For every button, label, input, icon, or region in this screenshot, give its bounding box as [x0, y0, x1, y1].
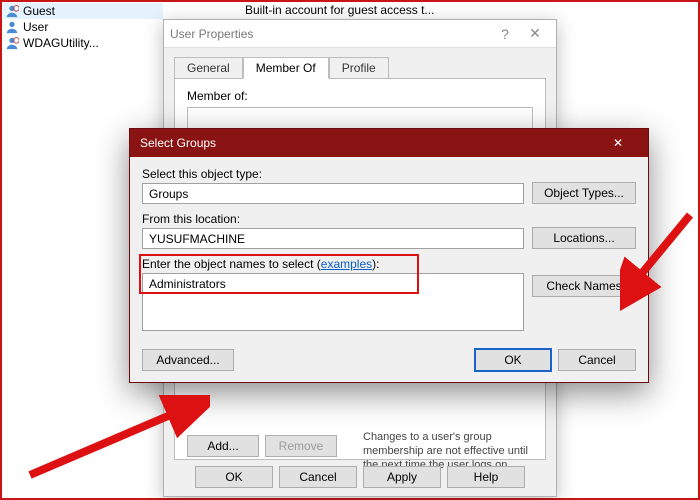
- props-button-row: OK Cancel Apply Help: [164, 466, 556, 488]
- member-of-label: Member of:: [187, 89, 533, 103]
- close-button[interactable]: ✕: [520, 25, 550, 42]
- select-groups-title-text: Select Groups: [140, 136, 216, 150]
- user-list-row-user[interactable]: User: [3, 19, 163, 35]
- props-title-text: User Properties: [170, 27, 253, 41]
- select-groups-dialog: Select Groups ✕ Select this object type:…: [129, 128, 649, 383]
- cancel-button-dialog[interactable]: Cancel: [558, 349, 636, 371]
- object-type-label: Select this object type:: [142, 167, 524, 181]
- locations-button[interactable]: Locations...: [532, 227, 636, 249]
- object-type-field[interactable]: [142, 183, 524, 204]
- help-button[interactable]: ?: [490, 26, 520, 42]
- props-titlebar[interactable]: User Properties ? ✕: [164, 20, 556, 48]
- user-name: Guest: [23, 4, 55, 18]
- object-types-button[interactable]: Object Types...: [532, 182, 636, 204]
- object-names-label: Enter the object names to select (exampl…: [142, 257, 524, 271]
- object-names-textarea[interactable]: Administrators: [142, 273, 524, 331]
- select-groups-titlebar[interactable]: Select Groups ✕: [130, 129, 648, 157]
- user-description: Built-in account for guest access t...: [245, 3, 434, 17]
- examples-link[interactable]: examples: [321, 257, 372, 271]
- user-icon: [5, 20, 19, 34]
- user-disabled-icon: [5, 4, 19, 18]
- location-field[interactable]: [142, 228, 524, 249]
- apply-button[interactable]: Apply: [363, 466, 441, 488]
- tab-general[interactable]: General: [174, 57, 243, 79]
- tab-profile[interactable]: Profile: [329, 57, 389, 79]
- user-name: WDAGUtility...: [23, 36, 99, 50]
- user-disabled-icon: [5, 36, 19, 50]
- advanced-button[interactable]: Advanced...: [142, 349, 234, 371]
- location-label: From this location:: [142, 212, 524, 226]
- user-name: User: [23, 20, 48, 34]
- ok-button[interactable]: OK: [195, 466, 273, 488]
- tab-member-of[interactable]: Member Of: [243, 57, 329, 79]
- user-list-row-guest[interactable]: Guest: [3, 3, 163, 19]
- help-button-bottom[interactable]: Help: [447, 466, 525, 488]
- remove-button: Remove: [265, 435, 337, 457]
- check-names-button[interactable]: Check Names: [532, 275, 636, 297]
- user-list: Guest User WDAGUtility...: [3, 3, 163, 51]
- cancel-button[interactable]: Cancel: [279, 466, 357, 488]
- user-list-row-wdag[interactable]: WDAGUtility...: [3, 35, 163, 51]
- close-icon[interactable]: ✕: [598, 129, 638, 157]
- add-button[interactable]: Add...: [187, 435, 259, 457]
- object-names-value: Administrators: [149, 277, 226, 291]
- props-tabs: General Member Of Profile: [174, 56, 546, 78]
- ok-button-dialog[interactable]: OK: [474, 348, 552, 372]
